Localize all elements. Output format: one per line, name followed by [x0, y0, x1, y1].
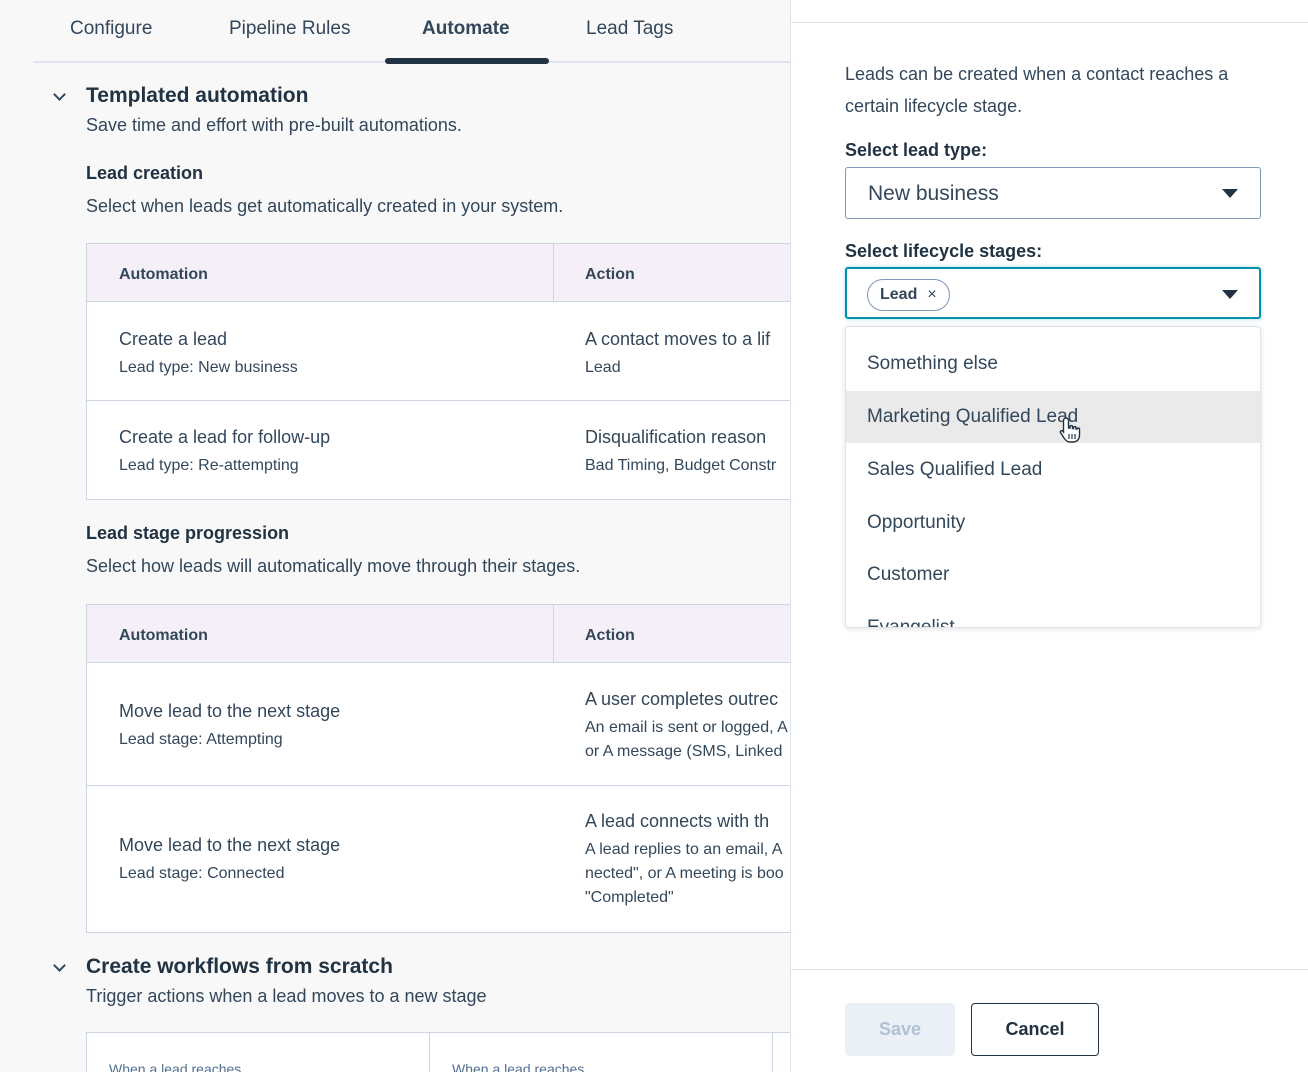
action-detail-line: "Completed" — [585, 889, 674, 906]
lead-type-select[interactable]: New business — [845, 167, 1261, 219]
dropdown-option[interactable]: Evangelist — [846, 602, 1260, 627]
automation-detail: Lead stage: Attempting — [119, 731, 283, 748]
main-content: Configure Pipeline Rules Automate Lead T… — [0, 0, 790, 1072]
workflow-card-label[interactable]: When a lead reaches — [109, 1061, 241, 1072]
page: Configure Pipeline Rules Automate Lead T… — [0, 0, 1308, 1072]
scratch-title: Create workflows from scratch — [86, 955, 393, 978]
tab-bar: Configure Pipeline Rules Automate Lead T… — [33, 0, 790, 64]
tab-automate[interactable]: Automate — [422, 18, 510, 40]
action-title: Disqualification reason — [585, 427, 767, 447]
column-divider — [553, 244, 554, 302]
table-header: Automation Action — [87, 605, 790, 663]
action-detail: Lead — [585, 359, 621, 376]
caret-down-icon — [1222, 189, 1238, 198]
automation-detail: Lead type: New business — [119, 359, 298, 376]
lead-type-label: Select lead type: — [845, 140, 988, 160]
lead-stage-subtitle: Select how leads will automatically move… — [86, 556, 581, 576]
hand-pointer-icon — [1059, 417, 1081, 443]
automation-detail: Lead type: Re-attempting — [119, 457, 299, 474]
action-detail-line: or A message (SMS, Linked — [585, 743, 783, 760]
templated-subtitle: Save time and effort with pre-built auto… — [86, 115, 462, 135]
lead-creation-subtitle: Select when leads get automatically crea… — [86, 196, 564, 216]
templated-collapse-toggle[interactable] — [53, 86, 66, 102]
tab-configure[interactable]: Configure — [70, 18, 152, 40]
drawer-divider — [791, 22, 1308, 23]
action-detail-line: An email is sent or logged, A — [585, 719, 788, 736]
automation-title: Create a lead — [119, 329, 228, 349]
col-automation: Automation — [119, 266, 208, 283]
tab-pipeline-rules[interactable]: Pipeline Rules — [229, 18, 350, 40]
chevron-down-icon — [53, 88, 66, 101]
table-row[interactable]: Move lead to the next stage Lead stage: … — [87, 663, 790, 786]
col-action: Action — [585, 627, 635, 644]
workflow-cards: When a lead reaches When a lead reaches — [86, 1032, 790, 1072]
dropdown-option[interactable]: Opportunity — [846, 497, 1260, 549]
table-row[interactable]: Move lead to the next stage Lead stage: … — [87, 786, 790, 932]
caret-down-icon — [1222, 290, 1238, 299]
active-tab-indicator — [385, 58, 549, 64]
dropdown-option[interactable]: Sales Qualified Lead — [846, 444, 1260, 496]
chip-label: Lead — [880, 286, 918, 303]
automation-title: Move lead to the next stage — [119, 701, 341, 721]
dropdown-option[interactable]: Customer — [846, 549, 1260, 601]
close-icon[interactable]: × — [927, 286, 936, 304]
table-row[interactable]: Create a lead for follow-up Lead type: R… — [87, 401, 790, 499]
action-title: A lead connects with th — [585, 811, 770, 831]
workflow-card-label[interactable]: When a lead reaches — [452, 1061, 584, 1072]
col-automation: Automation — [119, 627, 208, 644]
card-divider — [429, 1033, 430, 1072]
selected-chip: Lead × — [867, 279, 950, 311]
automation-title: Move lead to the next stage — [119, 835, 341, 855]
lead-stage-title: Lead stage progression — [86, 523, 290, 543]
lead-creation-title: Lead creation — [86, 163, 204, 183]
automation-title: Create a lead for follow-up — [119, 427, 331, 447]
action-detail-line: nected", or A meeting is boo — [585, 865, 784, 882]
lead-type-value: New business — [868, 182, 999, 205]
lifecycle-dropdown-menu: Something else Marketing Qualified Lead … — [845, 326, 1261, 628]
side-panel: Leads can be created when a contact reac… — [790, 0, 1308, 1072]
cancel-button[interactable]: Cancel — [971, 1003, 1099, 1056]
dropdown-option-hovered[interactable]: Marketing Qualified Lead — [846, 391, 1260, 443]
col-action: Action — [585, 266, 635, 283]
save-button[interactable]: Save — [845, 1003, 955, 1056]
table-header: Automation Action — [87, 244, 790, 302]
tab-lead-tags[interactable]: Lead Tags — [586, 18, 673, 40]
table-row[interactable]: Create a lead Lead type: New business A … — [87, 302, 790, 401]
lead-stage-table: Automation Action Move lead to the next … — [86, 604, 790, 933]
scratch-subtitle: Trigger actions when a lead moves to a n… — [86, 986, 487, 1006]
lifecycle-label: Select lifecycle stages: — [845, 241, 1043, 261]
dropdown-option[interactable]: Something else — [846, 338, 1260, 390]
card-divider — [772, 1033, 773, 1072]
automation-detail: Lead stage: Connected — [119, 865, 285, 882]
footer-divider — [791, 969, 1308, 970]
action-detail-line: A lead replies to an email, A — [585, 841, 783, 858]
action-title: A contact moves to a lif — [585, 329, 771, 349]
lifecycle-stages-select[interactable]: Lead × — [845, 267, 1261, 319]
templated-title: Templated automation — [86, 84, 309, 107]
chevron-down-icon — [53, 959, 66, 972]
column-divider — [553, 605, 554, 663]
scratch-collapse-toggle[interactable] — [53, 957, 66, 973]
action-title: A user completes outrec — [585, 689, 779, 709]
lead-creation-table: Automation Action Create a lead Lead typ… — [86, 243, 790, 500]
action-detail: Bad Timing, Budget Constr — [585, 457, 777, 474]
drawer-description: Leads can be created when a contact reac… — [845, 64, 1229, 116]
